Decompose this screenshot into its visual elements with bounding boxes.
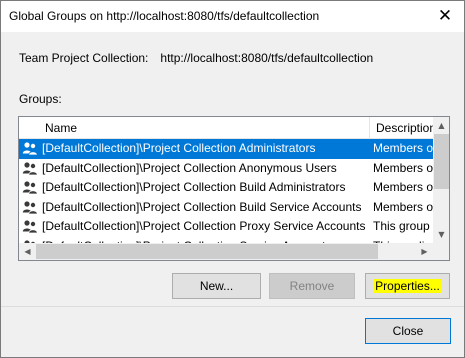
- row-description: Members of: [373, 160, 433, 175]
- new-button[interactable]: New...: [172, 273, 261, 299]
- scrollbar-corner: [433, 243, 449, 260]
- close-button-label: Close: [392, 324, 424, 338]
- close-icon[interactable]: ✕: [430, 2, 460, 30]
- close-button[interactable]: Close: [365, 318, 451, 344]
- row-description: This group: [373, 219, 430, 233]
- groups-list[interactable]: Name Description [DefaultCollection]\Pro…: [18, 116, 450, 261]
- vertical-scroll-thumb[interactable]: [434, 134, 449, 189]
- row-description: Members of: [373, 141, 433, 155]
- table-row[interactable]: [DefaultCollection]\Project Collection B…: [19, 198, 433, 218]
- group-icon: [22, 141, 38, 156]
- horizontal-scroll-thumb[interactable]: [36, 244, 378, 259]
- column-header-description[interactable]: Description: [370, 117, 433, 139]
- row-description: Members of: [373, 180, 433, 194]
- scroll-left-icon[interactable]: ◀: [19, 243, 36, 260]
- row-name: [DefaultCollection]\Project Collection B…: [42, 199, 362, 214]
- scroll-right-icon[interactable]: ▶: [416, 243, 433, 260]
- table-row[interactable]: [DefaultCollection]\Project Collection B…: [19, 178, 433, 198]
- new-button-label: New...: [199, 279, 234, 293]
- vertical-scrollbar[interactable]: ▲ ▼: [433, 117, 449, 243]
- remove-button[interactable]: Remove: [269, 273, 355, 299]
- group-icon: [22, 161, 38, 176]
- row-name: [DefaultCollection]\Project Collection A…: [42, 141, 316, 155]
- properties-button-label: Properties...: [373, 279, 442, 293]
- group-icon: [22, 200, 38, 215]
- table-row[interactable]: [DefaultCollection]\Project Collection A…: [19, 139, 433, 159]
- group-icon: [22, 180, 38, 195]
- title-bar: Global Groups on http://localhost:8080/t…: [1, 1, 464, 32]
- group-icon: [22, 219, 38, 234]
- scroll-down-icon[interactable]: ▼: [433, 226, 449, 243]
- properties-button[interactable]: Properties...: [365, 273, 450, 299]
- table-row[interactable]: [DefaultCollection]\Project Collection P…: [19, 217, 433, 237]
- dialog-window: Global Groups on http://localhost:8080/t…: [0, 0, 465, 358]
- row-description: Members of: [373, 199, 433, 214]
- column-header-name[interactable]: Name: [19, 117, 370, 139]
- row-name: [DefaultCollection]\Project Collection B…: [42, 180, 346, 194]
- horizontal-scrollbar[interactable]: ◀ ▶: [19, 243, 433, 260]
- table-row[interactable]: [DefaultCollection]\Project Collection A…: [19, 159, 433, 179]
- row-name: [DefaultCollection]\Project Collection A…: [42, 160, 337, 175]
- list-header: Name Description: [19, 117, 433, 139]
- remove-button-label: Remove: [289, 279, 335, 293]
- row-name: [DefaultCollection]\Project Collection P…: [42, 219, 366, 233]
- groups-label: Groups:: [19, 92, 62, 106]
- scroll-up-icon[interactable]: ▲: [433, 117, 449, 134]
- window-title: Global Groups on http://localhost:8080/t…: [9, 9, 320, 23]
- list-rows: [DefaultCollection]\Project Collection A…: [19, 139, 433, 243]
- team-project-collection: Team Project Collection: http://localhost…: [19, 51, 373, 65]
- tpc-value: http://localhost:8080/tfs/defaultcollect…: [160, 51, 374, 65]
- tpc-label: Team Project Collection:: [19, 51, 149, 65]
